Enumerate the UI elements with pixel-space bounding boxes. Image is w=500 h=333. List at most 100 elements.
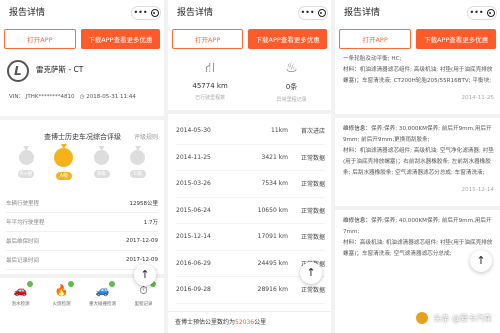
grade-section-title: 查博士历史车况综合评级 评级规则 xyxy=(0,120,164,148)
record-date: 2016-09-28 xyxy=(176,286,211,294)
record-date: 2015-03-26 xyxy=(176,180,211,188)
summary-suffix: 公里 xyxy=(254,319,267,326)
check-label: 里程记录 xyxy=(134,302,153,307)
grade-rules-link[interactable]: 评级规则 xyxy=(134,132,158,141)
mileage-check-item[interactable]: ⏱ 里程记录 xyxy=(130,281,158,307)
grade-label: A+级 xyxy=(18,170,35,178)
record-km: 17091 km xyxy=(257,233,288,241)
anomaly-kpi: ♨ 0条 异常里程记录 xyxy=(277,60,307,110)
download-app-button[interactable]: 下载APP查看更多优惠 xyxy=(416,29,496,49)
mini-program-capsule[interactable]: ••• xyxy=(298,6,328,20)
nav-bar: 报告详情 ••• xyxy=(168,0,331,26)
grade-b: B级 xyxy=(93,148,110,192)
stat-key: 年平均行驶里程 xyxy=(6,220,45,226)
record-row: 2015-06-24 10650 km 正常数据 xyxy=(176,198,325,224)
car-info: L 雷克萨斯 - CT VIN： JTHK********4810 ◷ 2018… xyxy=(0,50,164,110)
report-date: 2018-05-31 11:44 xyxy=(86,94,136,100)
mini-program-capsule[interactable]: ••• xyxy=(131,6,161,20)
record-date: 2016-06-29 xyxy=(176,259,211,267)
record-km: 28916 km xyxy=(257,286,288,294)
nav-bar: 报告详情 ••• xyxy=(335,0,500,26)
kpi-label: 已行驶里程数 xyxy=(195,95,226,101)
watermark: 头条 @爱卡汽车 xyxy=(415,311,492,325)
grade-a-plus: A+级 xyxy=(18,148,35,192)
clock-icon: ◷ xyxy=(79,94,85,100)
screen-mileage-records: 报告详情 ••• 打开APP 下载APP查看更多优惠 ⛙ 45774 km 已行… xyxy=(168,0,331,333)
mileage-kpi: ⛙ 45774 km 已行驶里程数 xyxy=(192,60,227,110)
record-km: 3421 km xyxy=(261,153,289,161)
collision-check-item[interactable]: 🚙 重大碰撞检测 xyxy=(89,281,117,307)
grade-title: 查博士历史车况综合评级 xyxy=(44,133,121,141)
watermark-logo-icon xyxy=(415,311,430,325)
more-icon[interactable]: ••• xyxy=(300,0,314,26)
close-icon[interactable] xyxy=(150,9,159,17)
stat-value: 1.7万 xyxy=(143,220,158,226)
grade-label: C级 xyxy=(129,170,146,178)
check-icon xyxy=(108,281,115,287)
record-type: 正常数据 xyxy=(300,234,325,242)
record-date: 2015-12-14 xyxy=(461,187,494,193)
kpi-label: 异常里程记录 xyxy=(276,97,307,103)
kpi-value: 0条 xyxy=(285,83,298,91)
app-banner: 打开APP 下载APP查看更多优惠 xyxy=(335,26,500,50)
record-row: 2015-12-14 17091 km 正常数据 xyxy=(176,224,325,251)
record-km: 10650 km xyxy=(257,206,288,214)
car-icon: 🚗 xyxy=(14,281,33,298)
record-type: 正常数据 xyxy=(300,154,325,162)
record-type: 正常数据 xyxy=(300,207,325,215)
lexus-logo-icon: L xyxy=(7,60,29,82)
download-app-button[interactable]: 下载APP查看更多优惠 xyxy=(80,29,160,49)
record-text: 维修信息：保养;保养; 30,000KM保养; 前后开9mm,用后开9mm; 前… xyxy=(343,126,492,143)
grade-c: C级 xyxy=(129,148,146,192)
open-app-button[interactable]: 打开APP xyxy=(339,29,412,49)
download-app-button[interactable]: 下载APP查看更多优惠 xyxy=(248,29,327,49)
scroll-top-button[interactable]: ↑ xyxy=(300,262,322,284)
stat-row: 年平均行驶里程 1.7万 xyxy=(6,213,158,232)
nav-bar: 报告详情 ••• xyxy=(0,0,164,26)
stat-row: 最后记录时间 2017-12-09 xyxy=(6,251,158,270)
stat-row: 最后维保时间 2017-12-09 xyxy=(6,232,158,251)
kpi-value: 45774 km xyxy=(192,82,228,90)
mileage-kpis: ⛙ 45774 km 已行驶里程数 ♨ 0条 异常里程记录 xyxy=(168,50,331,114)
maintenance-list: 一条轮胎及动平衡; HC; 材料：机油滤清器滤芯组件; 高级机油; 衬垫(用于油… xyxy=(335,50,500,260)
mini-program-capsule[interactable]: ••• xyxy=(467,6,497,20)
check-icon xyxy=(67,281,74,287)
vin-line: VIN： JTHK********4810 ◷ 2018-05-31 11:44 xyxy=(9,92,136,100)
stat-value: 2017-12-09 xyxy=(126,257,158,263)
stat-value: 2017-12-09 xyxy=(126,238,158,244)
vin: VIN： JTHK********4810 xyxy=(9,94,75,100)
open-app-button[interactable]: 打开APP xyxy=(172,29,244,49)
record-text: 维修信息：保养;保养; 40,000KM保养; 前后开9mm,用后开7mm; xyxy=(343,218,492,235)
alarm-icon: ♨ xyxy=(285,60,298,76)
fire-check-item[interactable]: 🔥 火烧检测 xyxy=(48,281,76,307)
more-icon[interactable]: ••• xyxy=(469,0,483,26)
check-label: 火烧检测 xyxy=(52,302,71,307)
page-title: 报告详情 xyxy=(177,8,214,18)
grade-label: A级 xyxy=(55,172,72,180)
medal-icon xyxy=(18,150,34,165)
record-materials: 材料：机油滤清器滤芯组件; 高级机油; 空气净化滤清器; 衬垫(用于油底壳排放螺… xyxy=(343,148,494,176)
road-icon: ⛙ xyxy=(205,60,215,76)
grade-a: A级 xyxy=(54,148,74,192)
grade-label: B级 xyxy=(93,170,110,178)
close-icon[interactable] xyxy=(317,9,326,17)
check-icon xyxy=(26,281,33,287)
record-type: 正常数据 xyxy=(300,287,325,295)
flood-check-item[interactable]: 🚗 泡水检测 xyxy=(7,281,35,307)
scroll-top-button[interactable]: ↑ xyxy=(470,250,492,272)
screen-maintenance-records: 报告详情 ••• 打开APP 下载APP查看更多优惠 一条轮胎及动平衡; HC;… xyxy=(335,0,500,333)
more-icon[interactable]: ••• xyxy=(133,0,147,26)
record-km: 7534 km xyxy=(261,180,289,188)
record-row: 2014-05-30 11km 首次进店 xyxy=(176,118,325,145)
record-date: 2014-11-25 xyxy=(461,95,494,101)
page-title: 报告详情 xyxy=(344,8,381,18)
gauge-icon: ⏱ xyxy=(137,281,156,298)
close-icon[interactable] xyxy=(486,9,495,17)
scroll-top-button[interactable]: ↑ xyxy=(134,264,156,286)
summary-prefix: 查博士预估公里数约为 xyxy=(175,319,236,326)
stat-key: 最后记录时间 xyxy=(6,258,40,264)
fire-icon: 🔥 xyxy=(55,281,74,298)
open-app-button[interactable]: 打开APP xyxy=(4,29,76,49)
record-label: 维修信息： xyxy=(343,218,371,224)
grade-medals: A+级 A级 B级 C级 xyxy=(0,148,164,192)
